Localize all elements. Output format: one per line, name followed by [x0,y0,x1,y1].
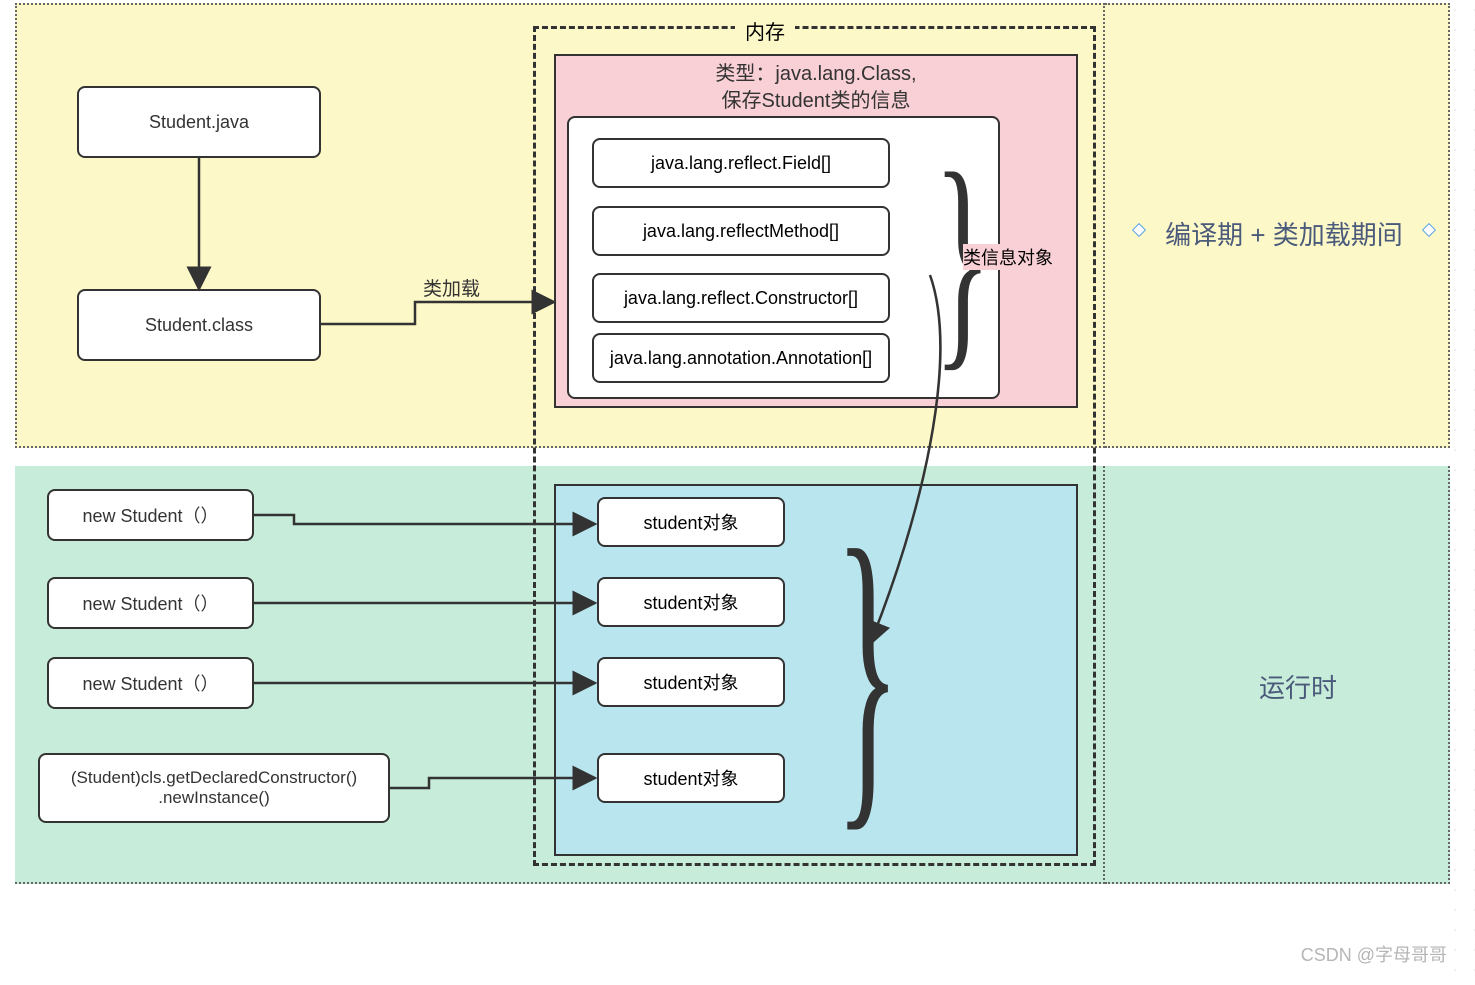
class-info-object-label: 类信息对象 [963,244,1053,270]
box-source-file: Student.java [77,86,321,158]
reflect-ni-line2: .newInstance() [158,788,270,807]
student-object-1: student对象 [597,497,785,547]
compile-phase-label: 编译期 + 类加载期间 [1144,215,1424,252]
pink-title-line1: 类型：java.lang.Class, [715,63,916,85]
student-object-4: student对象 [597,753,785,803]
diagram-canvas: 内存 类型：java.lang.Class, 保存Student类的信息 jav… [0,0,1475,985]
brace-icon-2: } [835,500,900,840]
box-new-student-2: new Student（） [47,577,254,629]
box-new-student-1: new Student（） [47,489,254,541]
class-loading-label: 类加载 [423,274,480,301]
class-info-title: 类型：java.lang.Class, 保存Student类的信息 [556,61,1076,115]
student-object-3: student对象 [597,657,785,707]
reflect-ni-line1: (Student)cls.getDeclaredConstructor() [71,768,357,787]
reflect-field: java.lang.reflect.Field[] [592,138,890,188]
reflect-annotation: java.lang.annotation.Annotation[] [592,333,890,383]
memory-label: 内存 [735,16,795,45]
box-new-student-3: new Student（） [47,657,254,709]
box-reflect-newinstance: (Student)cls.getDeclaredConstructor() .n… [38,753,390,823]
reflect-method: java.lang.reflectMethod[] [592,206,890,256]
student-object-2: student对象 [597,577,785,627]
box-class-file: Student.class [77,289,321,361]
watermark: CSDN @字母哥哥 [1301,941,1447,967]
runtime-phase-label: 运行时 [1158,668,1438,705]
pink-title-line2: 保存Student类的信息 [722,90,911,112]
reflect-constructor: java.lang.reflect.Constructor[] [592,273,890,323]
